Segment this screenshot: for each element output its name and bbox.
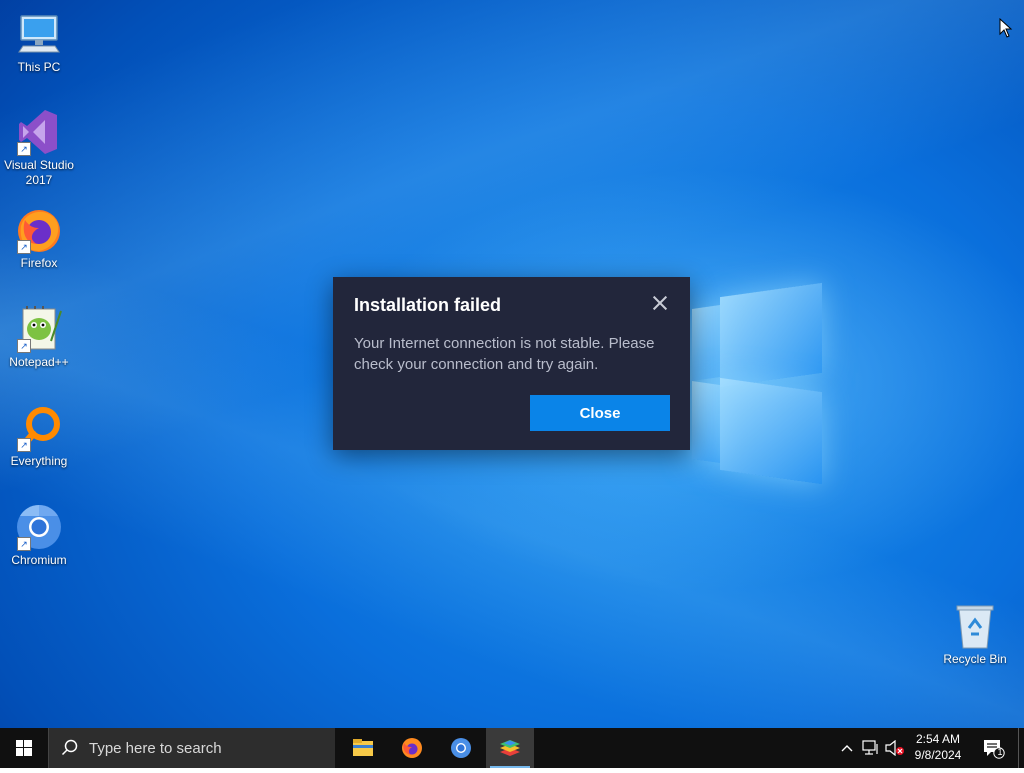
desktop-icon-label: Chromium: [11, 553, 67, 567]
search-icon: [61, 739, 78, 756]
chevron-up-icon[interactable]: [840, 742, 854, 754]
shortcut-arrow-icon: ↗: [17, 240, 31, 254]
desktop-icon-notepad-plus-plus[interactable]: ↗ Notepad++: [0, 305, 78, 370]
desktop-icon-chromium[interactable]: ↗ Chromium: [0, 503, 78, 568]
desktop-icon-firefox[interactable]: ↗ Firefox: [0, 206, 78, 271]
desktop: This PC ↗ Visual Studio 2017 ↗ Firefox ↗…: [0, 0, 1024, 728]
desktop-icon-label: Recycle Bin: [943, 652, 1007, 666]
taskbar-clock[interactable]: 2:54 AM 9/8/2024: [905, 731, 971, 763]
close-icon[interactable]: [650, 293, 670, 313]
firefox-icon: [402, 738, 422, 758]
desktop-icon-label: Firefox: [20, 256, 58, 270]
chromium-icon: ↗: [15, 503, 63, 551]
action-center-button[interactable]: 1: [975, 728, 1015, 768]
visual-studio-icon: ↗: [15, 108, 63, 156]
bluestacks-icon: [500, 740, 520, 756]
taskbar-search-box[interactable]: Type here to search: [48, 728, 335, 768]
taskbar-app-file-explorer[interactable]: [339, 728, 387, 768]
firefox-icon: ↗: [15, 206, 63, 254]
shortcut-arrow-icon: ↗: [17, 438, 31, 452]
desktop-icon-recycle-bin[interactable]: Recycle Bin: [936, 602, 1014, 667]
computer-icon: [15, 10, 63, 58]
notepad-plus-plus-icon: ↗: [15, 305, 63, 353]
desktop-icon-visual-studio[interactable]: ↗ Visual Studio 2017: [0, 108, 78, 188]
dialog-message: Your Internet connection is not stable. …: [354, 335, 655, 373]
taskbar-app-bluestacks[interactable]: [486, 728, 534, 768]
desktop-icon-label: Notepad++: [9, 355, 69, 369]
start-button[interactable]: [0, 728, 48, 768]
dialog-title: Installation failed: [354, 295, 502, 315]
mouse-cursor-icon: [999, 17, 1013, 38]
taskbar: Type here to search 2:54 AM 9/8/2024 1: [0, 728, 1024, 768]
everything-search-icon: ↗: [15, 404, 63, 452]
shortcut-arrow-icon: ↗: [17, 339, 31, 353]
show-desktop-button[interactable]: [1018, 728, 1024, 768]
network-icon[interactable]: [862, 740, 880, 756]
close-button[interactable]: Close: [530, 395, 670, 431]
volume-muted-icon[interactable]: [885, 740, 905, 756]
desktop-icon-label: This PC: [17, 60, 61, 74]
taskbar-app-firefox[interactable]: [388, 728, 436, 768]
desktop-icon-everything[interactable]: ↗ Everything: [0, 404, 78, 469]
search-placeholder: Type here to search: [89, 740, 222, 757]
desktop-icon-label: Visual Studio 2017: [4, 158, 74, 187]
system-tray: [835, 728, 905, 768]
desktop-icon-label: Everything: [10, 454, 68, 468]
recycle-bin-icon: [951, 602, 999, 650]
shortcut-arrow-icon: ↗: [17, 537, 31, 551]
taskbar-app-chromium[interactable]: [437, 728, 485, 768]
clock-time: 2:54 AM: [915, 732, 961, 746]
desktop-icon-this-pc[interactable]: This PC: [0, 10, 78, 75]
notification-count-badge: 1: [997, 747, 1003, 757]
installation-failed-dialog: Installation failed Your Internet connec…: [333, 277, 690, 450]
shortcut-arrow-icon: ↗: [17, 142, 31, 156]
clock-date: 9/8/2024: [914, 748, 962, 762]
file-explorer-icon: [353, 739, 373, 756]
windows-start-icon: [16, 740, 32, 756]
chromium-icon: [451, 738, 471, 758]
